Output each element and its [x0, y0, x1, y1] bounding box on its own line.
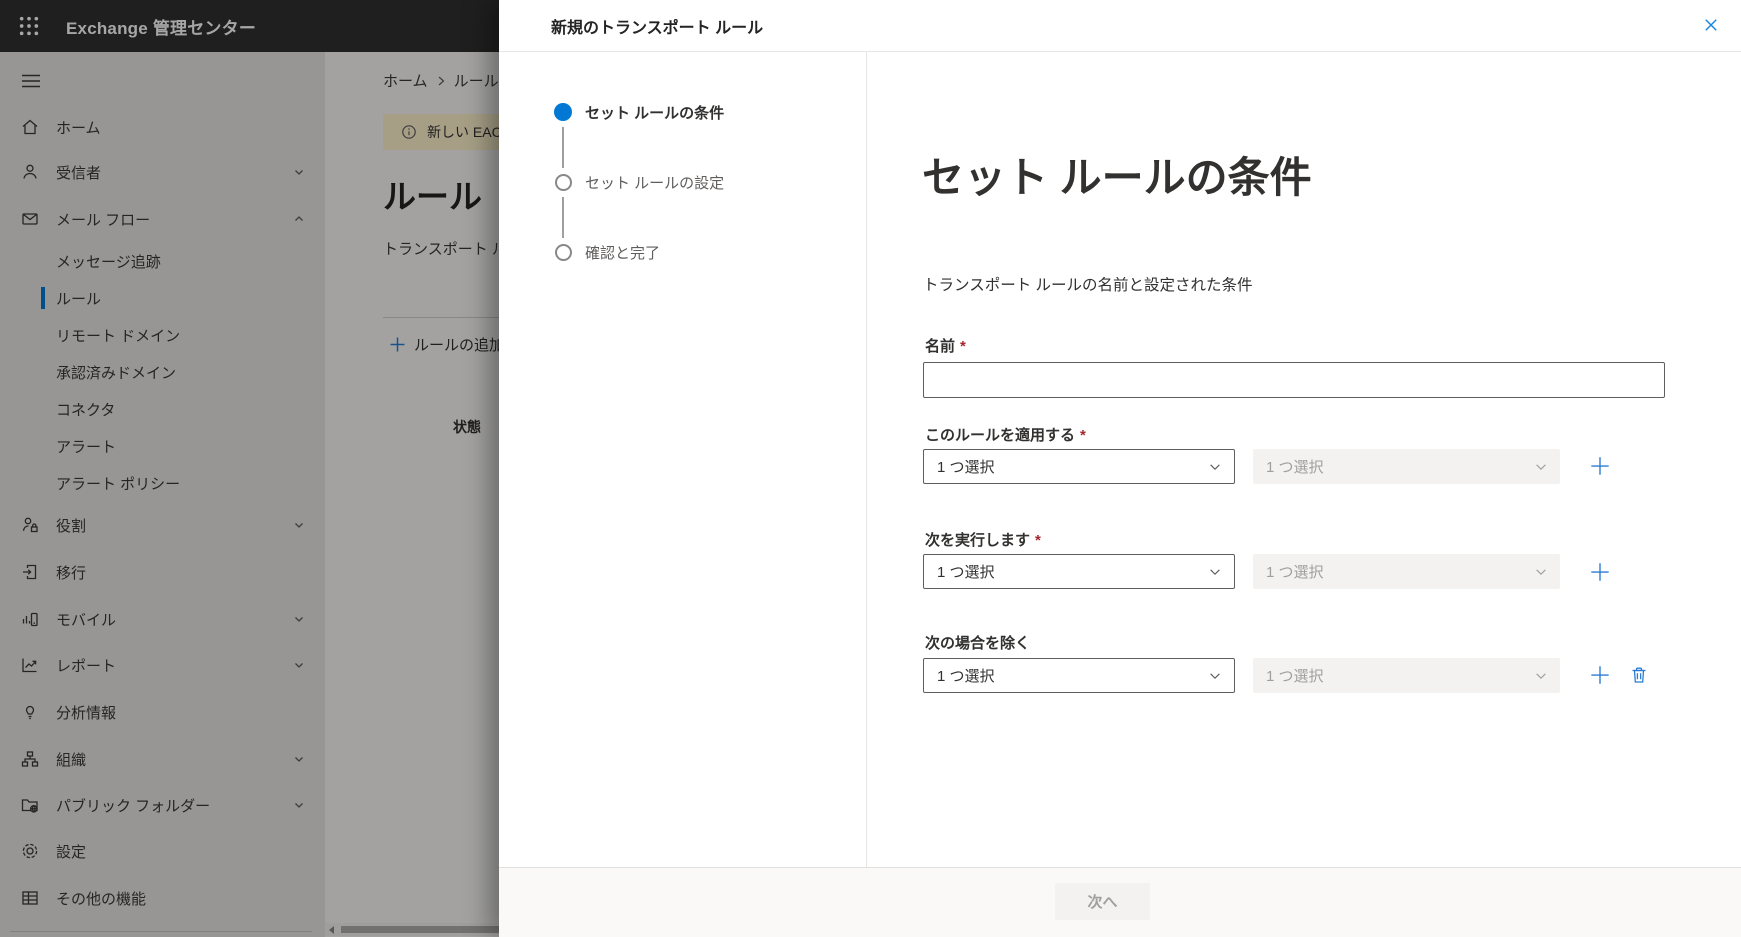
action-select-1[interactable]: 1 つ選択 — [923, 554, 1235, 589]
wizard-page-title: セット ルールの条件 — [922, 154, 1312, 201]
plus-icon — [1591, 457, 1609, 475]
condition-value-select-1[interactable]: 1 つ選択 — [1253, 449, 1560, 484]
chevron-down-icon — [1210, 568, 1220, 575]
plus-icon — [1591, 666, 1609, 684]
chevron-down-icon — [1210, 672, 1220, 679]
close-button[interactable] — [1697, 11, 1725, 39]
chevron-down-icon — [1210, 463, 1220, 470]
panel-footer: 次へ — [499, 867, 1741, 937]
step-indicator-active — [554, 103, 572, 121]
step-indicator-upcoming — [555, 174, 572, 191]
add-exception-button[interactable] — [1588, 663, 1612, 687]
step-connector — [562, 197, 564, 238]
wizard-page-subtitle: トランスポート ルールの名前と設定された条件 — [923, 277, 1253, 294]
add-condition-button[interactable] — [1588, 454, 1612, 478]
trash-icon — [1632, 667, 1646, 683]
next-button[interactable]: 次へ — [1055, 883, 1150, 920]
rule-name-input[interactable] — [923, 362, 1665, 398]
steps-content-divider — [866, 52, 867, 867]
apply-rule-label: このルールを適用する * — [925, 427, 1086, 444]
condition-select-1[interactable]: 1 つ選択 — [923, 449, 1235, 484]
chevron-down-icon — [1536, 568, 1546, 575]
exchange-admin-center: Exchange 管理センター ホーム 受信者 メール フロー メッセージ追跡 … — [0, 0, 1741, 937]
exception-value-select-1[interactable]: 1 つ選択 — [1253, 658, 1560, 693]
step-2-label: セット ルールの設定 — [585, 174, 725, 192]
step-3-label: 確認と完了 — [585, 244, 661, 262]
name-label: 名前 * — [925, 338, 966, 355]
chevron-down-icon — [1536, 672, 1546, 679]
step-indicator-upcoming — [555, 244, 572, 261]
action-value-select-1[interactable]: 1 つ選択 — [1253, 554, 1560, 589]
delete-exception-button[interactable] — [1627, 663, 1651, 687]
add-action-button[interactable] — [1588, 560, 1612, 584]
panel-title: 新規のトランスポート ルール — [551, 19, 764, 37]
new-transport-rule-panel: 新規のトランスポート ルール セット ルールの条件 セット ルールの設定 確認と… — [499, 0, 1741, 937]
header-divider — [499, 51, 1741, 52]
do-following-label: 次を実行します * — [925, 532, 1041, 549]
exception-select-1[interactable]: 1 つ選択 — [923, 658, 1235, 693]
plus-icon — [1591, 563, 1609, 581]
step-1-label: セット ルールの条件 — [585, 104, 725, 122]
close-icon — [1705, 19, 1717, 31]
chevron-down-icon — [1536, 463, 1546, 470]
step-connector — [562, 127, 564, 168]
except-if-label: 次の場合を除く — [925, 635, 1031, 652]
